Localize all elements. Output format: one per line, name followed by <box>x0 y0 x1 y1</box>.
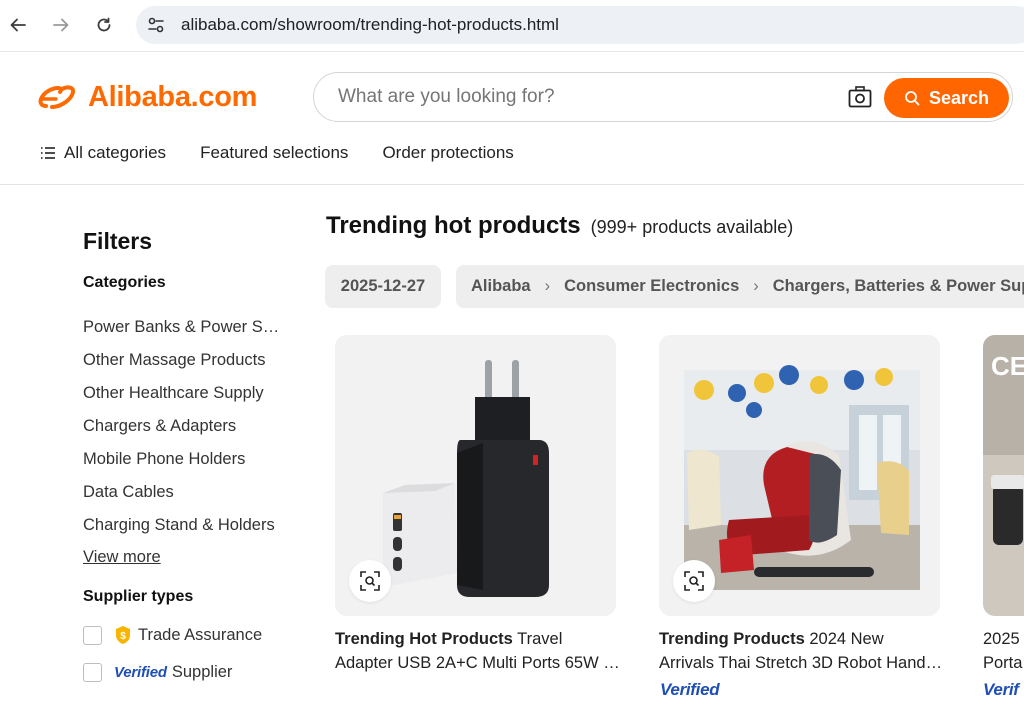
category-item[interactable]: Power Banks & Power Station <box>83 318 283 351</box>
header-divider <box>0 184 1024 185</box>
camera-icon[interactable] <box>848 86 872 108</box>
product-title[interactable]: 2025 Porta <box>983 627 1024 675</box>
back-icon[interactable] <box>5 12 31 38</box>
image-search-icon <box>684 571 704 591</box>
trade-assurance-icon: $ <box>116 626 130 644</box>
category-item[interactable]: Other Healthcare Supply <box>83 384 283 417</box>
filter-trade-assurance[interactable]: $ Trade Assurance <box>83 625 262 645</box>
product-image[interactable]: CE <box>983 335 1024 616</box>
categories-title: Categories <box>83 274 166 291</box>
trade-assurance-checkbox[interactable] <box>83 625 102 645</box>
chevron-right-icon: › <box>753 277 759 295</box>
nav-label: All categories <box>64 143 167 162</box>
page-heading: Trending hot products (999+ products ava… <box>326 212 793 240</box>
verified-badge: Verif <box>983 680 1019 699</box>
product-title-rest: 2024 New <box>804 630 884 648</box>
breadcrumb-item[interactable]: Alibaba <box>471 277 531 296</box>
nav-order-protections[interactable]: Order protections <box>382 143 513 163</box>
page-title: Trending hot products <box>326 212 581 239</box>
search-button-label: Search <box>928 87 990 108</box>
product-image[interactable] <box>659 335 940 616</box>
verified-badge: Verified <box>660 680 720 699</box>
image-search-icon <box>360 571 380 591</box>
product-count: (999+ products available) <box>590 217 794 237</box>
search-input[interactable] <box>338 86 818 108</box>
trade-assurance-label: Trade Assurance <box>138 625 263 644</box>
menu-icon <box>41 147 55 159</box>
verified-supplier-checkbox[interactable] <box>83 663 102 682</box>
category-list: Power Banks & Power Station Other Massag… <box>83 318 283 549</box>
forward-icon[interactable] <box>48 12 74 38</box>
filters-title: Filters <box>83 228 153 254</box>
product-title-line2: Adapter USB 2A+C Multi Ports 65W GaN Cha… <box>335 654 620 672</box>
reload-icon[interactable] <box>91 12 117 38</box>
verified-supplier-label: Supplier <box>171 663 233 681</box>
alibaba-logo-icon <box>38 85 75 109</box>
search-bar: Search <box>313 72 1013 122</box>
supplier-types-title: Supplier types <box>83 588 194 605</box>
product-title-bold: Trending Products <box>659 630 805 648</box>
product-title-rest: 2025 <box>983 630 1020 648</box>
category-item[interactable]: Mobile Phone Holders <box>83 450 283 483</box>
product-title-rest: Travel <box>512 630 563 648</box>
breadcrumb: Alibaba › Consumer Electronics › Charger… <box>456 265 1024 308</box>
product-image[interactable] <box>335 335 616 616</box>
category-item[interactable]: Other Massage Products <box>83 351 283 384</box>
breadcrumb-item[interactable]: Consumer Electronics <box>564 277 739 296</box>
url-text[interactable]: alibaba.com/showroom/trending-hot-produc… <box>181 15 559 35</box>
nav-label: Order protections <box>382 143 514 162</box>
image-search-button[interactable] <box>349 560 391 602</box>
site-settings-icon[interactable] <box>146 15 166 35</box>
product-title-bold: Trending Hot Products <box>335 630 513 648</box>
svg-text:CE: CE <box>991 351 1024 381</box>
search-button[interactable]: Search <box>884 78 1009 118</box>
nav-label: Featured selections <box>200 143 349 162</box>
chevron-right-icon: › <box>544 277 551 295</box>
category-item[interactable]: Charging Stand & Holders <box>83 516 283 549</box>
date-chip[interactable]: 2025-12-27 <box>325 265 441 308</box>
verified-badge: Verified <box>114 664 167 681</box>
product-title[interactable]: Trending Hot Products Travel Adapter USB… <box>335 627 620 675</box>
top-navigation: All categories Featured selections Order… <box>40 143 514 163</box>
product-title[interactable]: Trending Products 2024 New Arrivals Thai… <box>659 627 944 675</box>
product-photo: CE <box>983 335 1024 616</box>
category-item[interactable]: Data Cables <box>83 483 283 516</box>
filter-verified-supplier[interactable]: Verified Supplier <box>83 663 232 682</box>
breadcrumb-item[interactable]: Chargers, Batteries & Power Supplies <box>773 277 1024 296</box>
address-bar[interactable]: alibaba.com/showroom/trending-hot-produc… <box>136 6 1024 44</box>
svg-text:$: $ <box>120 631 126 642</box>
nav-all-categories[interactable]: All categories <box>40 143 166 163</box>
alibaba-logo[interactable]: Alibaba.com <box>38 80 257 114</box>
logo-text: Alibaba.com <box>88 80 258 113</box>
product-title-line2: Porta <box>983 654 1023 672</box>
image-search-button[interactable] <box>673 560 715 602</box>
nav-featured-selections[interactable]: Featured selections <box>200 143 348 163</box>
view-more-link[interactable]: View more <box>83 548 161 567</box>
browser-toolbar: alibaba.com/showroom/trending-hot-produc… <box>0 0 1024 52</box>
product-title-line2: Arrivals Thai Stretch 3D Robot Hand Mass… <box>659 654 944 672</box>
category-item[interactable]: Chargers & Adapters <box>83 417 283 450</box>
search-icon <box>905 91 920 106</box>
